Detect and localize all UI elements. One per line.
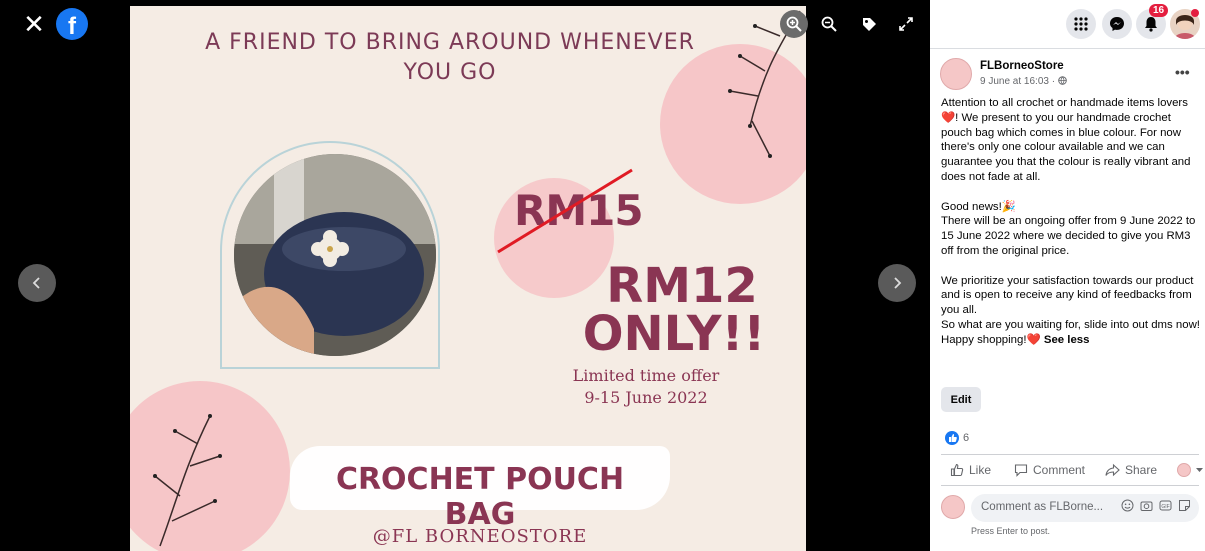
divider <box>930 48 1205 49</box>
sticker-icon[interactable] <box>1178 499 1191 512</box>
post-paragraph: We prioritize your satisfaction towards … <box>941 274 1194 317</box>
selector-avatar <box>1177 463 1191 477</box>
divider <box>941 485 1199 486</box>
strike-through-line <box>497 168 633 254</box>
menu-grid-icon[interactable] <box>1066 9 1096 39</box>
offer-dates: 9-15 June 2022 <box>584 388 708 407</box>
comment-bubble-icon <box>1014 464 1028 477</box>
fullscreen-icon[interactable] <box>892 10 920 38</box>
divider <box>941 454 1199 455</box>
share-label: Share <box>1125 463 1158 477</box>
comment-hint: Press Enter to post. <box>971 526 1051 536</box>
previous-photo-button[interactable] <box>18 264 56 302</box>
comment-placeholder: Comment as FLBorne... <box>981 501 1104 513</box>
like-button[interactable]: Like <box>950 463 991 477</box>
commenter-avatar <box>941 495 965 519</box>
post-paragraph: Good news!🎉 <box>941 200 1016 213</box>
tag-icon[interactable] <box>855 10 883 38</box>
post-time-text: 9 June at 16:03 · <box>980 76 1056 87</box>
more-options-icon[interactable]: ••• <box>1175 64 1190 80</box>
comment-label: Comment <box>1033 463 1086 477</box>
comment-tools: GIF <box>1121 499 1191 512</box>
emoji-icon[interactable] <box>1121 499 1134 512</box>
photo-viewer: ✕ f A FRIEND TO BRING AROUND WHENEVER YO… <box>0 0 930 551</box>
close-icon[interactable]: ✕ <box>18 8 50 40</box>
new-price: RM12 <box>606 258 758 314</box>
top-bar: 16 <box>930 0 1205 48</box>
zoom-out-icon[interactable] <box>815 10 843 38</box>
page-avatar[interactable] <box>940 58 972 90</box>
globe-icon <box>1058 76 1067 85</box>
share-button[interactable]: Share <box>1105 463 1157 477</box>
comment-button[interactable]: Comment <box>1014 463 1085 477</box>
chevron-down-icon <box>1196 467 1203 472</box>
store-handle: @FL BORNEOSTORE <box>372 526 588 547</box>
profile-status-dot <box>1191 9 1199 17</box>
svg-text:GIF: GIF <box>1161 504 1169 510</box>
edit-button[interactable]: Edit <box>941 387 981 412</box>
share-arrow-icon <box>1105 463 1120 477</box>
chevron-right-icon <box>894 277 902 289</box>
chevron-left-icon <box>32 277 40 289</box>
only-text: ONLY!! <box>582 306 766 362</box>
post-paragraph: There will be an ongoing offer from 9 Ju… <box>941 215 1196 257</box>
zoom-in-icon[interactable] <box>780 10 808 38</box>
post-closing-line: Happy shopping!❤️ See less <box>941 333 1201 348</box>
product-photo <box>234 154 436 356</box>
see-less-link[interactable]: See less <box>1044 334 1090 346</box>
notification-badge: 16 <box>1149 4 1169 17</box>
post-paragraph: So what are you waiting for, slide into … <box>941 318 1200 331</box>
comment-input[interactable]: Comment as FLBorne... GIF <box>971 494 1199 522</box>
product-name: CROCHET POUCH BAG <box>335 462 625 532</box>
branch-decoration <box>153 414 222 547</box>
offer-text: Limited time offer <box>572 366 720 385</box>
post-closing-text: Happy shopping!❤️ <box>941 333 1041 346</box>
image-headline: A FRIEND TO BRING AROUND WHENEVER YOU GO <box>205 30 695 85</box>
like-reaction-icon[interactable] <box>945 431 959 445</box>
page-name-link[interactable]: FLBorneoStore <box>980 60 1064 72</box>
post-text: Attention to all crochet or handmade ite… <box>941 96 1201 348</box>
post-paragraph: Attention to all crochet or handmade ite… <box>941 97 1191 183</box>
messenger-icon[interactable] <box>1102 9 1132 39</box>
like-label: Like <box>969 463 992 477</box>
post-image: A FRIEND TO BRING AROUND WHENEVER YOU GO… <box>130 6 806 551</box>
gif-icon[interactable]: GIF <box>1159 499 1172 512</box>
post-sidebar: 16 FLBorneoStore 9 June at 16:03 · ••• A… <box>930 0 1205 551</box>
next-photo-button[interactable] <box>878 264 916 302</box>
camera-icon[interactable] <box>1140 499 1153 512</box>
post-timestamp[interactable]: 9 June at 16:03 · <box>980 76 1067 87</box>
post-as-selector[interactable] <box>1177 463 1203 477</box>
thumbs-up-icon <box>950 463 964 477</box>
facebook-logo-icon[interactable]: f <box>56 8 88 40</box>
like-count[interactable]: 6 <box>963 432 969 444</box>
